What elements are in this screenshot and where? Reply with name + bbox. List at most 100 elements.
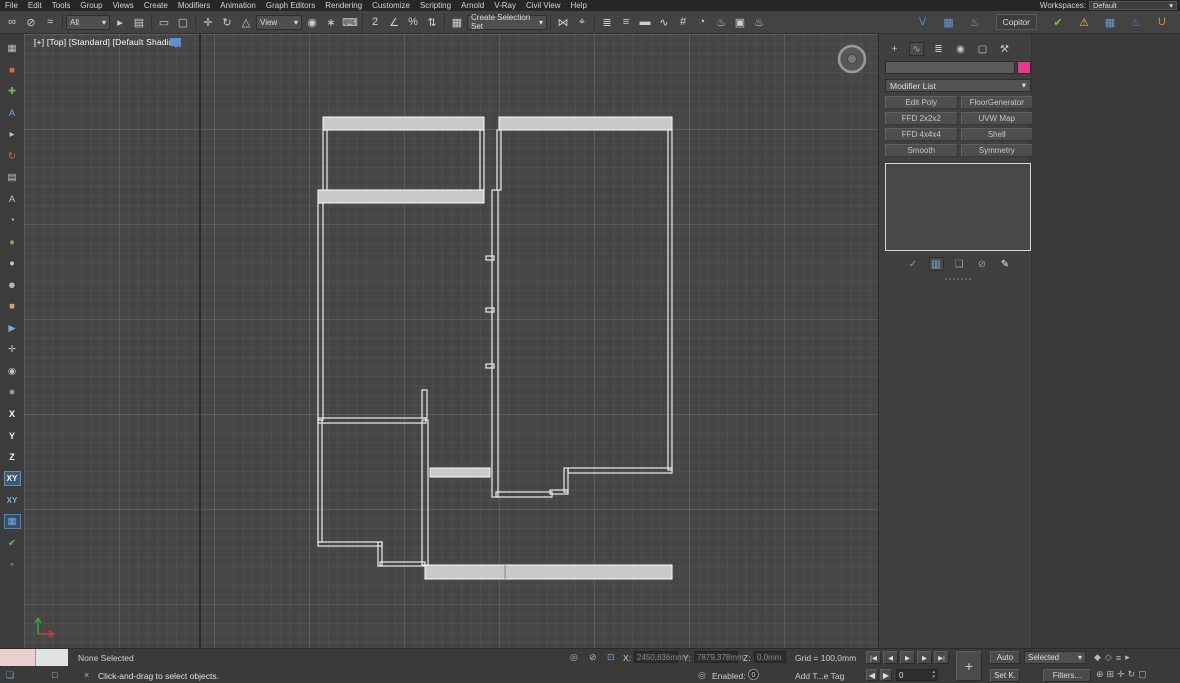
play-tool-icon[interactable]: ▶ (4, 321, 21, 336)
eye-tool-icon[interactable]: ◉ (4, 364, 21, 379)
warning-icon[interactable]: ⚠ (1075, 13, 1093, 31)
modifier-button-symmetry[interactable]: Symmetry (961, 144, 1034, 157)
tab-modify[interactable]: ∿ (909, 42, 924, 56)
auto-key-button[interactable]: Auto (990, 651, 1020, 664)
restrict-xy-plane-button[interactable]: XY (4, 471, 21, 486)
edit-named-selection-sets-icon[interactable]: ▦ (448, 13, 466, 31)
bind-to-space-warp-icon[interactable]: ≈ (41, 13, 59, 31)
menu-file[interactable]: File (0, 1, 23, 10)
next-frame-button[interactable]: ▶ (917, 651, 932, 664)
menu-civil-view[interactable]: Civil View (521, 1, 566, 10)
maxscript-macro-recorder[interactable] (0, 649, 36, 666)
snaps-toggle-icon[interactable]: 2 (366, 13, 384, 31)
object-color-swatch[interactable] (1017, 61, 1031, 74)
select-object-icon[interactable]: ▸ (111, 13, 129, 31)
menu-tools[interactable]: Tools (47, 1, 76, 10)
taskbar-app-icon[interactable]: ❏ (6, 670, 14, 681)
wand-tool-icon[interactable]: ∗ (4, 385, 21, 400)
set-key-mode-button[interactable]: Set K. (990, 669, 1020, 682)
menu-scripting[interactable]: Scripting (415, 1, 456, 10)
layer-tool-icon[interactable]: ▦ (4, 514, 21, 529)
next-key-button[interactable]: ▶ (880, 669, 892, 681)
modifier-button-uvw-map[interactable]: UVW Map (961, 112, 1034, 125)
selection-filter-dropdown[interactable]: All ▾ (66, 15, 110, 30)
check-tool-icon[interactable]: ✔ (4, 536, 21, 551)
current-frame-spinner[interactable]: 0 ▴▾ (896, 669, 938, 681)
menu-help[interactable]: Help (566, 1, 592, 10)
key-step-icon[interactable]: ▸ (1125, 652, 1130, 663)
previous-key-button[interactable]: ◀ (866, 669, 878, 681)
use-pivot-point-center-icon[interactable]: ◉ (303, 13, 321, 31)
maxscript-mini-listener[interactable] (36, 649, 68, 666)
go-to-start-button[interactable]: |◀ (866, 651, 881, 664)
curve-editor-icon[interactable]: ∿ (655, 13, 673, 31)
table-tool-icon[interactable]: ▦ (1101, 13, 1119, 31)
pan-icon[interactable]: ✛ (1117, 669, 1125, 680)
clock-tool-icon[interactable]: ◔ (4, 213, 21, 228)
material-editor-icon[interactable]: ◔ (693, 13, 711, 31)
restrict-z-button[interactable]: Z (4, 450, 21, 465)
pin-stack-icon[interactable]: ✓ (906, 257, 921, 271)
x-coordinate-field[interactable]: 2450,836mm (634, 651, 678, 663)
list-tool-icon[interactable]: ▤ (4, 170, 21, 185)
play-animation-button[interactable]: ▶ (900, 651, 915, 664)
color-swatch-icon[interactable]: ■ (4, 63, 21, 78)
window-restore-icon[interactable]: □ (52, 670, 57, 680)
window-crossing-toggle-icon[interactable]: ▢ (174, 13, 192, 31)
go-to-end-button[interactable]: ▶| (934, 651, 949, 664)
select-and-move-icon[interactable]: ✛ (199, 13, 217, 31)
set-keys-button[interactable]: + (956, 651, 982, 681)
cursor-tool-icon[interactable]: ▸ (4, 127, 21, 142)
viewport-top[interactable]: [+] [Top] [Standard] [Default Shading] (24, 34, 878, 648)
modifier-stack-list[interactable] (885, 163, 1031, 251)
named-selection-sets-dropdown[interactable]: Create Selection Set ▾ (467, 15, 547, 30)
menu-customize[interactable]: Customize (367, 1, 415, 10)
universal-tool-icon[interactable]: U (1153, 13, 1171, 31)
modifier-button-ffd-2x2x2[interactable]: FFD 2x2x2 (885, 112, 958, 125)
spinner-snap-toggle-icon[interactable]: ⇅ (423, 13, 441, 31)
menu-rendering[interactable]: Rendering (320, 1, 367, 10)
letter-a-tool-icon[interactable]: A (4, 106, 21, 121)
modifier-button-shell[interactable]: Shell (961, 128, 1034, 141)
key-outline-icon[interactable]: ◇ (1105, 652, 1112, 663)
render-setup-icon[interactable]: ♨ (712, 13, 730, 31)
key-mode-icon[interactable]: ◆ (1094, 652, 1101, 663)
rendered-frame-window-icon[interactable]: ▣ (731, 13, 749, 31)
viewport-label-menus[interactable]: [+] [Top] [Standard] [Default Shading] (34, 37, 181, 47)
remove-modifier-icon[interactable]: ⊘ (975, 257, 990, 271)
toggle-scene-explorer-icon[interactable]: ≣ (598, 13, 616, 31)
rectangular-selection-region-icon[interactable]: ▭ (155, 13, 173, 31)
menu-modifiers[interactable]: Modifiers (173, 1, 215, 10)
menu-arnold[interactable]: Arnold (456, 1, 489, 10)
menu-vray[interactable]: V-Ray (489, 1, 521, 10)
menu-views[interactable]: Views (108, 1, 139, 10)
tab-utilities[interactable]: ⚒ (997, 42, 1012, 56)
menu-animation[interactable]: Animation (215, 1, 261, 10)
menu-graph-editors[interactable]: Graph Editors (261, 1, 320, 10)
vray-frame-buffer-icon[interactable]: ▦ (940, 13, 958, 31)
tab-motion[interactable]: ◉ (953, 42, 968, 56)
select-and-rotate-icon[interactable]: ↻ (218, 13, 236, 31)
angle-snap-toggle-icon[interactable]: ∠ (385, 13, 403, 31)
menu-edit[interactable]: Edit (23, 1, 47, 10)
scene-scripts-count-badge[interactable]: 0 (748, 669, 759, 680)
check-icon[interactable]: ✔ (1049, 13, 1067, 31)
vray-render-icon[interactable]: ♨ (966, 13, 984, 31)
toggle-ribbon-icon[interactable]: ▬ (636, 13, 654, 31)
zoom-icon[interactable]: ⊕ (1096, 669, 1104, 680)
tab-display[interactable]: ▢ (975, 42, 990, 56)
z-coordinate-field[interactable]: 0,0mm (754, 651, 786, 663)
green-sphere-tool-icon[interactable]: ● (4, 235, 21, 250)
key-filters-button[interactable]: Filters... (1043, 669, 1091, 682)
absolute-offset-mode-icon[interactable]: ⊡ (607, 652, 615, 663)
previous-frame-button[interactable]: ◀ (883, 651, 898, 664)
modifier-button-smooth[interactable]: Smooth (885, 144, 958, 157)
y-coordinate-field[interactable]: 7879,378mm (694, 651, 738, 663)
select-and-link-icon[interactable]: ∞ (3, 13, 21, 31)
copitor-button[interactable]: Copitor (996, 14, 1037, 30)
viewport-selection-chip[interactable] (170, 38, 181, 46)
misc-tool-icon[interactable]: ▫ (4, 557, 21, 572)
unlink-selection-icon[interactable]: ⊘ (22, 13, 40, 31)
object-name-input[interactable] (885, 61, 1015, 74)
menu-create[interactable]: Create (139, 1, 173, 10)
